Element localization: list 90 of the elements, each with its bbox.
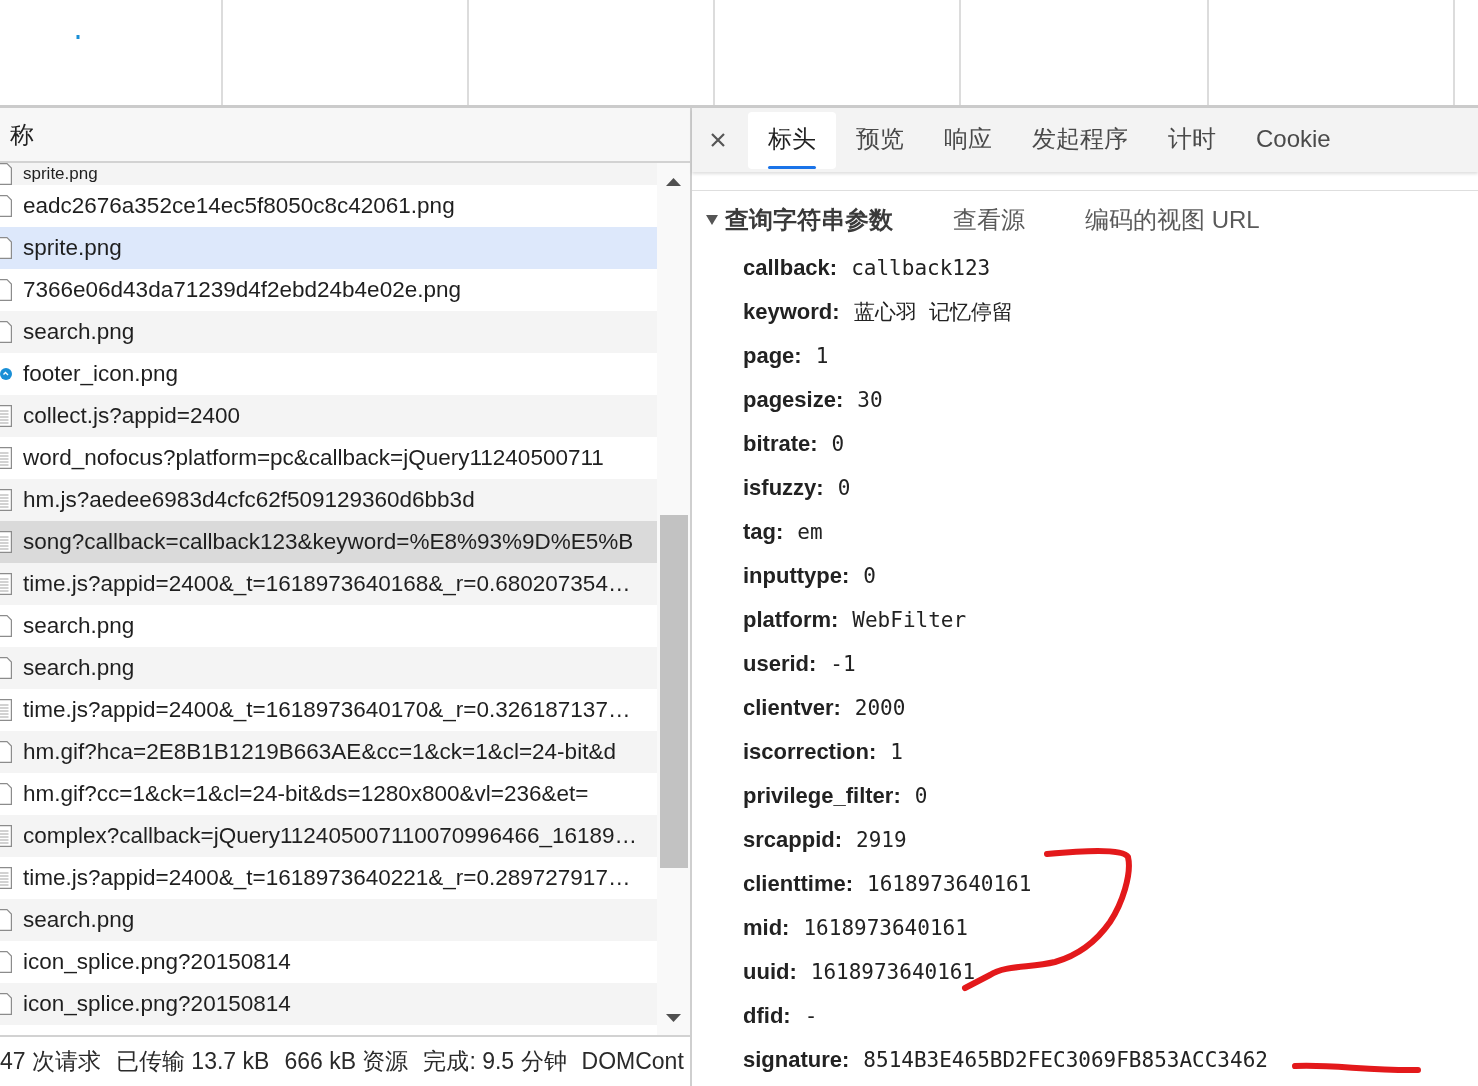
file-icon: [0, 195, 12, 217]
param-key: uuid:: [743, 959, 797, 985]
request-row[interactable]: song?callback=callback123&keyword=%E8%93%9D%E5%B: [0, 521, 657, 563]
file-icon: [0, 741, 12, 763]
tab[interactable]: Cookie: [1236, 112, 1351, 169]
script-file-icon: [0, 867, 12, 889]
tab[interactable]: 响应: [924, 112, 1012, 169]
scrollbar-thumb[interactable]: [659, 515, 688, 868]
param-key: page:: [743, 343, 802, 369]
param-value: 0: [914, 784, 928, 808]
param-key: tag:: [743, 519, 784, 545]
file-icon: [0, 237, 12, 259]
script-file-icon: [0, 825, 12, 847]
file-icon: [0, 321, 12, 343]
param-key: srcappid:: [743, 827, 843, 853]
request-row[interactable]: hm.js?aedee6983d4cfc62f509129360d6bb3d: [0, 479, 657, 521]
status-text: 47 次请求: [0, 1047, 101, 1076]
param-key: dfid:: [743, 1003, 791, 1029]
param-key: isfuzzy:: [743, 475, 824, 501]
request-row[interactable]: sprite.png: [0, 163, 657, 185]
file-icon: [0, 657, 12, 679]
param-key: pagesize:: [743, 387, 844, 413]
file-icon: [0, 279, 12, 301]
param-key: iscorrection:: [743, 739, 877, 765]
param-key: userid:: [743, 651, 817, 677]
param-value: 1618973640161: [867, 872, 1032, 896]
request-row[interactable]: search.png: [0, 899, 657, 941]
tab[interactable]: 标头: [748, 112, 836, 169]
script-file-icon: [0, 573, 12, 595]
param-value: 1618973640161: [810, 960, 976, 984]
file-icon: [0, 615, 12, 637]
status-text: 已传输 13.7 kB: [116, 1047, 270, 1076]
status-text: DOMCont: [581, 1048, 684, 1075]
param-key: clientver:: [743, 695, 841, 721]
column-header: 称: [10, 119, 34, 150]
view-toggle-link[interactable]: 编码的视图 URL: [1085, 204, 1260, 236]
param-value: 30: [857, 388, 883, 412]
view-toggle-link[interactable]: 查看源: [953, 204, 1025, 236]
request-row[interactable]: sprite.png: [0, 227, 657, 269]
param-value: callback123: [851, 256, 991, 280]
file-icon: [0, 951, 12, 973]
status-text: 完成: 9.5 分钟: [423, 1047, 567, 1076]
param-key: platform:: [743, 607, 839, 633]
param-value: em: [797, 520, 823, 544]
param-key: inputtype:: [743, 563, 850, 589]
param-value: 2000: [854, 696, 906, 720]
file-icon: [0, 909, 12, 931]
scroll-up-arrow-icon[interactable]: [666, 177, 681, 186]
param-value: -1: [830, 652, 856, 676]
param-value: -: [804, 1004, 818, 1028]
script-file-icon: [0, 489, 12, 511]
param-value: WebFilter: [852, 608, 967, 632]
file-icon: [0, 783, 12, 805]
round-logo-icon: [0, 368, 12, 380]
scroll-down-arrow-icon[interactable]: [666, 1013, 681, 1022]
param-value: 0: [863, 564, 876, 588]
param-value: 1618973640161: [803, 916, 968, 940]
request-row[interactable]: search.png: [0, 647, 657, 689]
section-toggle[interactable]: 查询字符串参数: [706, 204, 893, 236]
script-file-icon: [0, 405, 12, 427]
script-file-icon: [0, 531, 12, 553]
status-text: 666 kB 资源: [284, 1047, 409, 1076]
close-icon: [711, 133, 725, 147]
file-icon: [0, 993, 12, 1015]
param-value: 8514B3E465BD2FEC3069FB853ACC3462: [863, 1048, 1268, 1072]
tab[interactable]: 发起程序: [1012, 112, 1148, 169]
scrollbar[interactable]: [657, 163, 690, 1035]
param-value: 0: [837, 476, 851, 500]
tab[interactable]: 预览: [836, 112, 924, 169]
param-key: callback:: [743, 255, 838, 281]
request-row[interactable]: search.png: [0, 311, 657, 353]
script-file-icon: [0, 447, 12, 469]
param-value: 2919: [856, 828, 907, 852]
request-row[interactable]: hm.gif?hca=2E8B1B1219B663AE&cc=1&ck=1&cl=24-bit&d: [0, 731, 657, 773]
param-key: keyword:: [743, 299, 840, 325]
param-value: 1: [815, 344, 829, 368]
param-key: bitrate:: [743, 431, 818, 457]
tab[interactable]: 计时: [1148, 112, 1236, 169]
param-key: signature:: [743, 1047, 850, 1073]
param-value: 0: [831, 432, 845, 456]
request-row[interactable]: complex?callback=jQuery112405007110070996466_16189…: [0, 815, 657, 857]
param-key: mid:: [743, 915, 790, 941]
request-row[interactable]: collect.js?appid=2400: [0, 395, 657, 437]
request-row[interactable]: time.js?appid=2400&_t=1618973640168&_r=0.680207354…: [0, 563, 657, 605]
param-key: privilege_filter:: [743, 783, 901, 809]
request-row[interactable]: icon_splice.png?20150814: [0, 983, 657, 1025]
param-value: 1: [890, 740, 903, 764]
param-key: clienttime:: [743, 871, 854, 897]
script-file-icon: [0, 699, 12, 721]
param-value: 蓝心羽 记忆停留: [853, 299, 1014, 326]
